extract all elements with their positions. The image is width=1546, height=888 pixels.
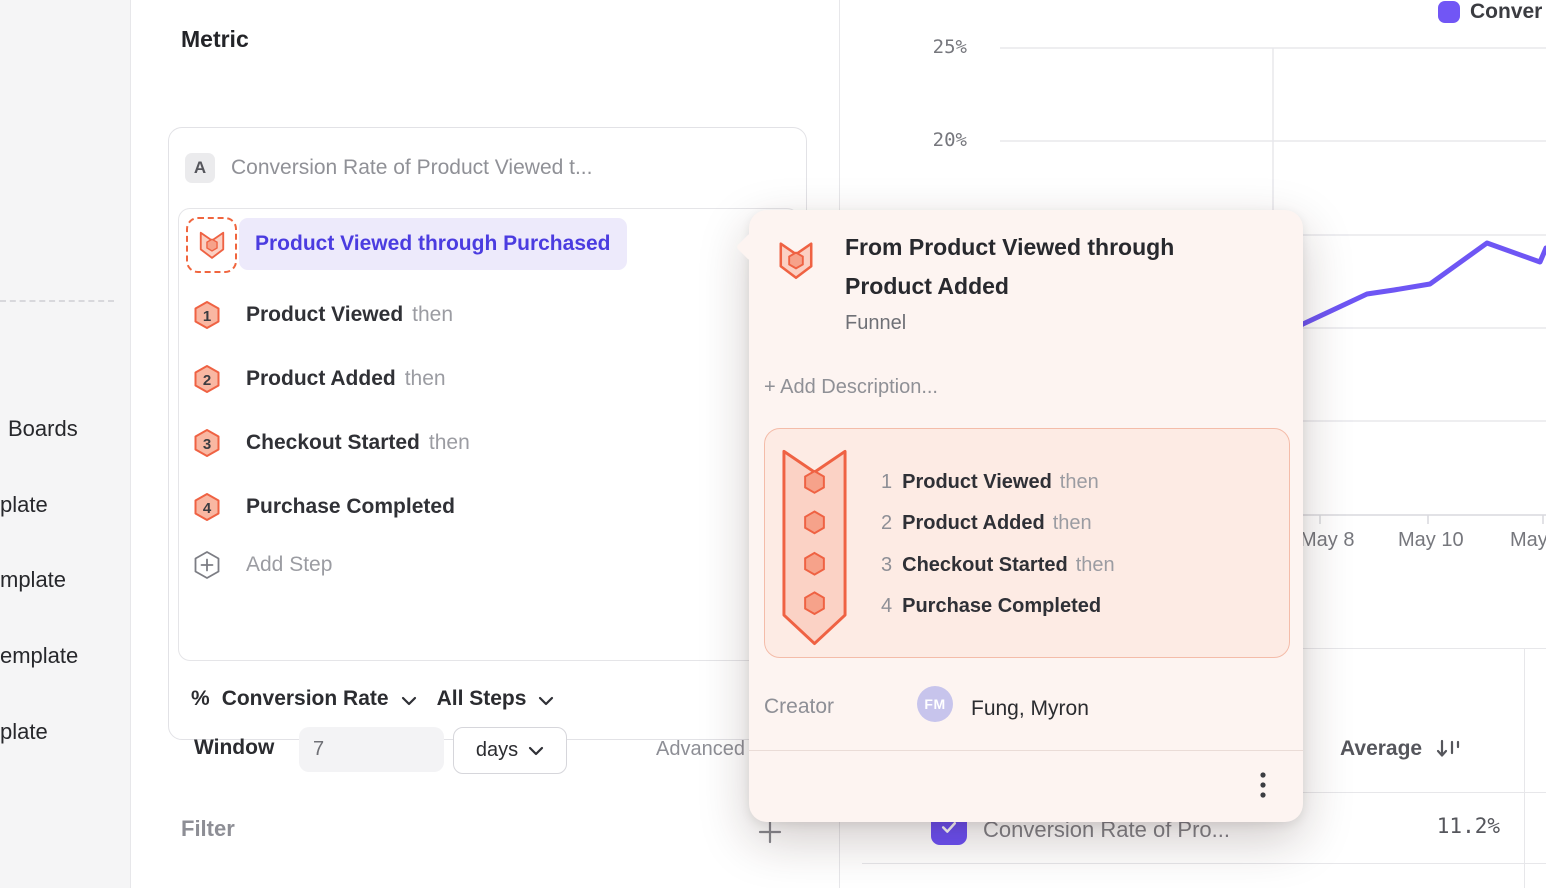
app-canvas: Boards plate mplate emplate plate Metric… [0,0,1546,888]
series-a-badge: A [185,153,215,183]
sidebar-section-divider [0,300,114,302]
step-4-hexagon-icon: 4 [192,492,222,522]
plus-icon [757,819,783,845]
measure-row: % Conversion Rate All Steps [191,687,554,711]
table-row-border [862,863,1546,864]
step-3-then: then [429,431,470,455]
sidebar [0,0,131,888]
funnel-step-row-2[interactable]: 2 Product Added then [192,363,446,395]
add-filter-button[interactable] [756,818,784,846]
funnel-banner-icon [780,446,849,649]
sidebar-item-template-2[interactable]: mplate [0,567,66,593]
sidebar-item-template-1[interactable]: plate [0,492,48,518]
metric-section-title: Metric [181,26,249,53]
popover-step-2: 2Product Addedthen [881,509,1092,537]
step-1-name: Product Viewed [246,303,403,327]
creator-label: Creator [764,695,834,719]
funnel-icon [198,230,226,261]
funnel-steps-card: 1Product Viewedthen 2Product Addedthen 3… [764,428,1290,658]
step-1-then: then [412,303,453,327]
step-3-name: Checkout Started [246,431,420,455]
creator-name: Fung, Myron [971,697,1089,721]
sidebar-item-template-3[interactable]: emplate [0,643,78,669]
funnel-definition-card: Product Viewed through Purchased 1 Produ… [178,208,799,661]
step-2-number: 2 [192,365,222,395]
chevron-down-icon[interactable] [538,696,554,706]
popover-step-1: 1Product Viewedthen [881,468,1099,496]
x-axis-tick-may12: May [1510,529,1546,552]
funnel-step-row-1[interactable]: 1 Product Viewed then [192,299,453,331]
popover-step-4: 4Purchase Completed [881,592,1101,620]
metric-card: A Conversion Rate of Product Viewed t...… [168,127,807,740]
popover-type-label: Funnel [845,312,906,335]
window-label: Window [194,736,274,760]
window-unit-select[interactable]: days [453,727,567,774]
step-3-hexagon-icon: 3 [192,428,222,458]
add-step-hexagon-icon [192,550,222,580]
step-2-hexagon-icon: 2 [192,364,222,394]
window-unit-value: days [476,739,518,762]
percent-icon: % [191,687,210,711]
step-1-hexagon-icon: 1 [192,300,222,330]
selected-funnel-event[interactable]: Product Viewed through Purchased [239,218,627,270]
add-description-link[interactable]: + Add Description... [764,376,938,399]
creator-avatar: FM [917,686,953,722]
chevron-down-icon[interactable] [401,696,417,706]
conversion-rate-line [1290,243,1546,333]
sidebar-item-boards[interactable]: Boards [8,416,78,442]
steps-scope-dropdown[interactable]: All Steps [437,687,527,711]
step-4-name: Purchase Completed [246,495,455,519]
popover-step-3: 3Checkout Startedthen [881,551,1115,579]
funnel-details-popover: From Product Viewed through Product Adde… [749,210,1303,822]
funnel-step-row-4[interactable]: 4 Purchase Completed [192,491,455,523]
x-axis-tick-may10: May 10 [1398,529,1464,552]
chevron-down-icon [528,746,544,756]
sort-descending-icon [1434,737,1462,761]
step-2-then: then [405,367,446,391]
funnel-icon [777,240,815,282]
funnel-step-row-3[interactable]: 3 Checkout Started then [192,427,470,459]
average-column-header[interactable]: Average [1340,737,1462,761]
funnel-event-icon-box[interactable] [186,217,237,273]
sidebar-item-template-4[interactable]: plate [0,719,48,745]
table-column-divider [1524,648,1525,888]
add-step-label: Add Step [246,553,332,577]
window-value-input[interactable] [299,727,444,772]
kebab-menu-icon [1259,771,1267,801]
series-title[interactable]: Conversion Rate of Product Viewed t... [231,156,592,180]
popover-footer-divider [749,750,1303,751]
popover-title: From Product Viewed through Product Adde… [845,228,1237,306]
step-3-number: 3 [192,429,222,459]
filter-section-title: Filter [181,816,235,842]
table-row-average-value: 11.2% [1380,814,1500,838]
advanced-link[interactable]: Advanced [656,738,745,761]
add-step-button[interactable]: Add Step [192,549,332,581]
step-1-number: 1 [192,301,222,331]
measure-dropdown[interactable]: Conversion Rate [222,687,389,711]
step-4-number: 4 [192,493,222,523]
more-options-button[interactable] [1247,766,1279,806]
step-2-name: Product Added [246,367,396,391]
average-header-label: Average [1340,737,1422,761]
x-axis-tick-may8: May 8 [1300,529,1354,552]
